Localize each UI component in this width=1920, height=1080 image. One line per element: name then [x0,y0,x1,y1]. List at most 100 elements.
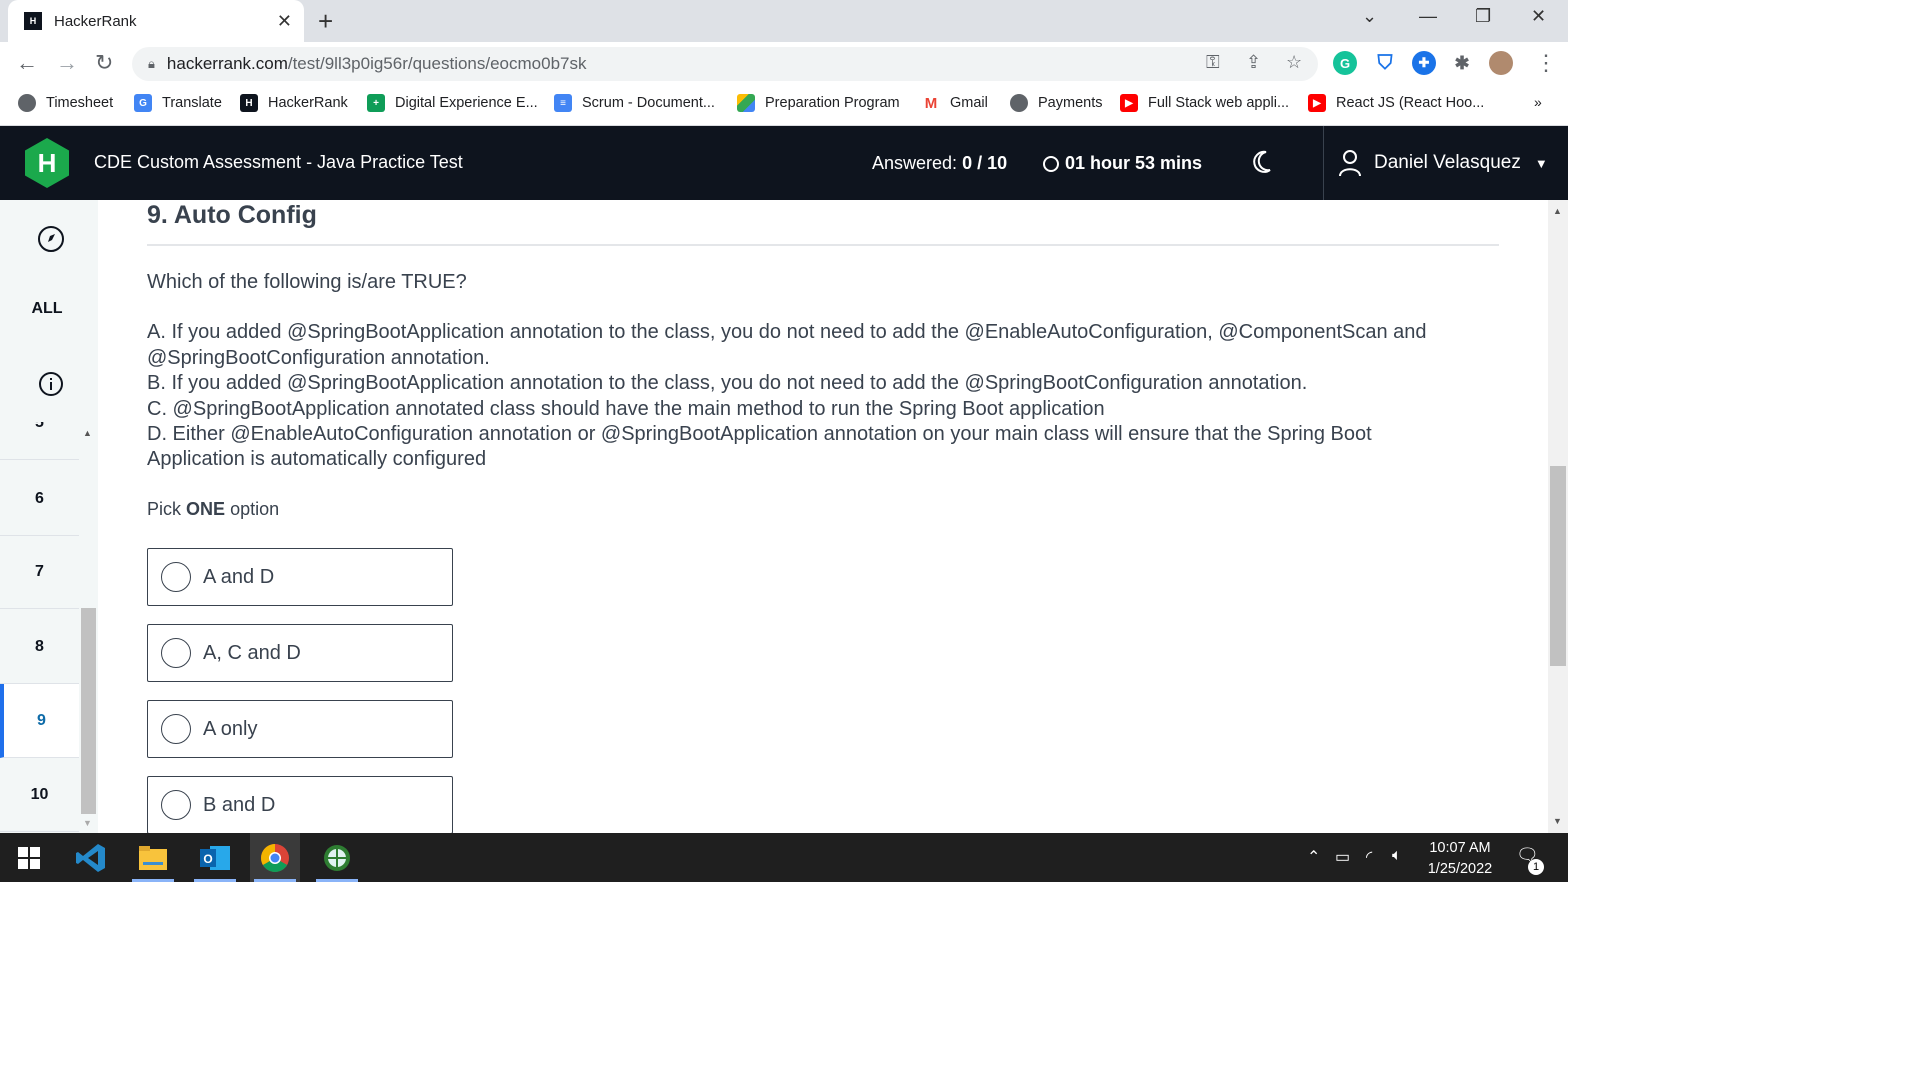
scrollbar-thumb[interactable] [81,608,96,814]
extensions-puzzle-icon[interactable]: ✱ [1450,51,1474,75]
new-tab-button[interactable]: + [318,6,333,37]
scroll-down-arrow-icon[interactable]: ▼ [83,818,92,828]
bookmark-gmail[interactable]: M Gmail [922,94,988,112]
hackerrank-favicon-icon: H [24,12,42,30]
password-key-icon[interactable]: ⚿ [1206,52,1220,73]
vscode-taskbar-icon[interactable] [66,833,116,882]
question-number: 9 [37,711,46,729]
question-item-8[interactable]: 8 [0,610,79,684]
file-explorer-taskbar-icon[interactable] [128,833,178,882]
question-sidebar: ALL 5 6 7 8 9 10 ▲ ▼ [0,200,98,833]
share-icon[interactable]: ⇪ [1246,52,1261,73]
shield-extension-icon[interactable]: ⛉ [1373,51,1397,75]
globe-icon [1010,94,1028,112]
chrome-icon [261,843,289,872]
option-a-only[interactable]: A only [147,700,453,758]
minimize-button[interactable]: — [1419,6,1437,27]
bookmark-hackerrank[interactable]: H HackerRank [240,94,348,112]
header-divider [1323,126,1324,200]
question-item-10[interactable]: 10 [0,758,79,832]
question-number: 7 [35,562,44,580]
question-number: 5 [35,422,44,431]
bookmark-payments[interactable]: Payments [1010,94,1102,112]
profile-avatar[interactable] [1489,51,1513,75]
volume-icon[interactable]: 🔈︎ [1392,847,1402,865]
wifi-icon[interactable]: ◜ [1366,847,1372,867]
forward-icon[interactable]: → [56,50,78,76]
answered-counter: Answered: 0 / 10 [872,153,1007,174]
clock-date: 1/25/2022 [1427,861,1493,877]
close-tab-icon[interactable]: ✕ [277,11,292,32]
bookmark-star-icon[interactable]: ☆ [1286,52,1302,73]
question-item-7[interactable]: 7 [0,535,79,609]
scroll-down-arrow-icon[interactable]: ▼ [1553,816,1562,826]
svg-text:H: H [38,148,57,178]
dark-mode-moon-icon[interactable] [1250,148,1274,176]
bookmark-full-stack[interactable]: ▶ Full Stack web appli... [1120,94,1289,112]
globe-app-taskbar-icon[interactable] [312,833,362,882]
statement-b: B. If you added @SpringBootApplication a… [147,372,1308,395]
radio-button[interactable] [161,790,191,820]
radio-button[interactable] [161,638,191,668]
bookmark-timesheet[interactable]: Timesheet [18,94,113,112]
bookmark-react-js[interactable]: ▶ React JS (React Hoo... [1308,94,1484,112]
show-hidden-icons-icon[interactable]: ⌃ [1307,847,1320,867]
question-item-5[interactable]: 5 [0,422,79,460]
browser-tab[interactable]: H HackerRank ✕ [8,0,304,42]
bookmark-translate[interactable]: G Translate [134,94,222,112]
answered-label: Answered: [872,153,958,173]
drive-icon [737,94,755,112]
scroll-up-arrow-icon[interactable]: ▲ [1553,206,1562,216]
tab-search-icon[interactable]: ⌄ [1362,6,1377,27]
gmail-icon: M [922,94,940,112]
lock-icon[interactable]: 🔒︎ [148,56,155,72]
restore-button[interactable]: ❐ [1475,6,1491,27]
bookmark-label: Translate [162,95,222,111]
radio-button[interactable] [161,714,191,744]
question-title: 9. Auto Config [147,201,317,229]
outlook-taskbar-icon[interactable]: O [190,833,240,882]
scroll-up-arrow-icon[interactable]: ▲ [83,428,92,438]
globe-icon [18,94,36,112]
question-number: 10 [30,785,49,803]
radio-button[interactable] [161,562,191,592]
question-item-9[interactable]: 9 [0,684,79,758]
info-icon[interactable] [37,370,65,398]
vscode-icon [76,843,105,872]
more-bookmarks-icon[interactable]: » [1534,94,1542,110]
bookmark-label: React JS (React Hoo... [1336,95,1485,111]
grammarly-extension-icon[interactable]: G [1333,51,1357,75]
option-label: A, C and D [203,641,301,664]
option-a-and-d[interactable]: A and D [147,548,453,606]
taskbar-clock[interactable]: 10:07 AM 1/25/2022 [1418,838,1502,880]
reload-icon[interactable]: ↻ [95,50,113,76]
question-list-scrollbar[interactable]: ▲ ▼ [79,422,98,833]
option-a-c-and-d[interactable]: A, C and D [147,624,453,682]
back-icon[interactable]: ← [16,50,38,76]
pick-count: ONE [186,499,226,519]
chevron-down-icon: ▼ [1534,155,1548,171]
browser-menu-icon[interactable]: ⋮ [1535,50,1557,76]
user-menu[interactable]: Daniel Velasquez ▼ [1338,149,1548,177]
notification-count-badge: 1 [1528,859,1544,875]
start-button[interactable] [4,833,54,882]
scrollbar-thumb[interactable] [1550,466,1566,666]
battery-icon[interactable]: ▭ [1335,847,1350,867]
compass-icon[interactable] [37,225,65,253]
option-label: A only [203,717,258,740]
bookmark-label: Payments [1038,95,1103,111]
svg-text:O: O [203,852,212,866]
bookmark-label: Digital Experience E... [395,95,538,111]
time-remaining: 01 hour 53 mins [1043,153,1202,174]
page-scrollbar[interactable]: ▲ ▼ [1548,200,1568,833]
bookmark-digital-experience[interactable]: + Digital Experience E... [367,94,538,112]
question-item-6[interactable]: 6 [0,462,79,536]
bookmark-preparation-program[interactable]: Preparation Program [737,94,900,112]
option-b-and-d[interactable]: B and D [147,776,453,834]
extension-icon[interactable]: ✚ [1412,51,1436,75]
chrome-taskbar-icon[interactable] [250,833,300,882]
close-window-button[interactable]: ✕ [1531,6,1546,27]
bookmark-scrum-document[interactable]: ≡ Scrum - Document... [554,94,715,112]
all-questions-tab[interactable]: ALL [0,300,98,318]
address-bar[interactable]: 🔒︎ hackerrank.com/test/9ll3p0ig56r/quest… [132,47,1318,81]
